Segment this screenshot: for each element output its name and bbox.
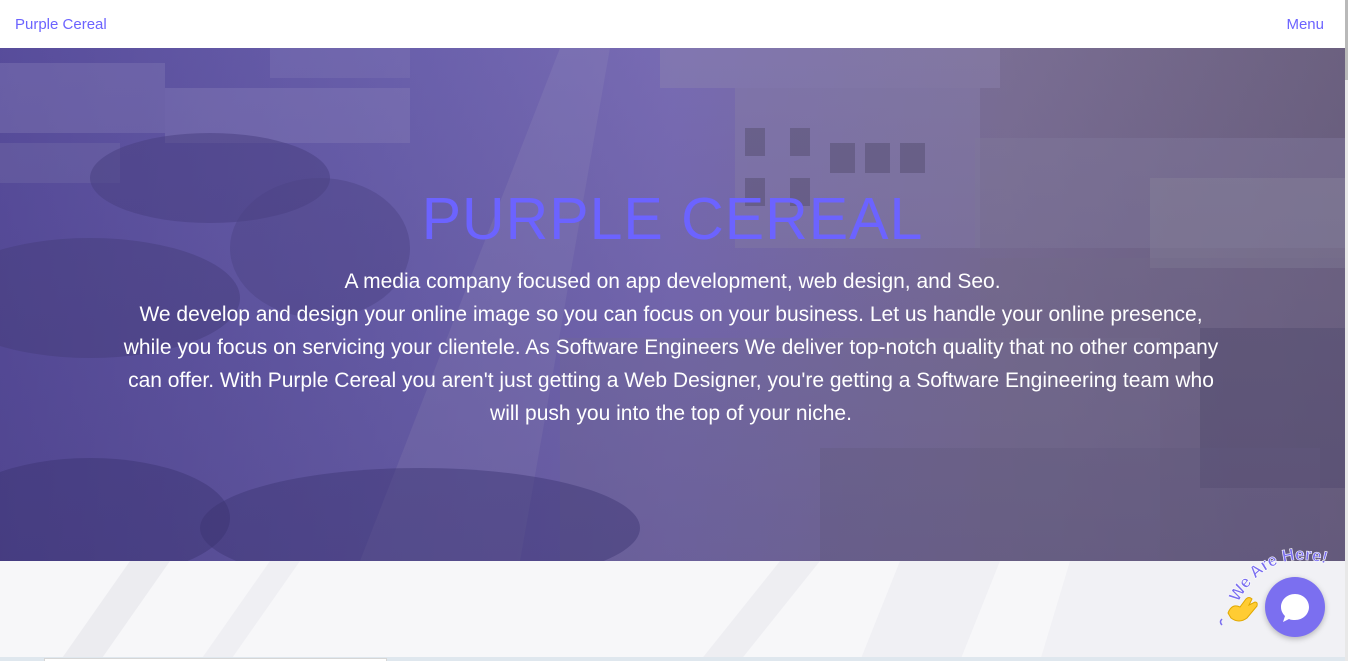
lower-section xyxy=(0,561,1345,661)
hero-tagline: A media company focused on app developme… xyxy=(344,270,1001,293)
top-navbar: Purple Cereal Menu xyxy=(0,0,1345,48)
chat-launcher-button[interactable] xyxy=(1265,577,1325,637)
hero-description: We develop and design your online image … xyxy=(123,303,1219,425)
lower-background-pattern xyxy=(60,561,1345,661)
chat-bubble-icon xyxy=(1281,594,1309,622)
hero-section: PURPLE CEREAL A media company focused on… xyxy=(0,48,1345,561)
hero-title: PURPLE CEREAL xyxy=(421,186,924,252)
menu-button[interactable]: Menu xyxy=(1286,16,1324,33)
brand-link[interactable]: Purple Cereal xyxy=(15,16,107,33)
